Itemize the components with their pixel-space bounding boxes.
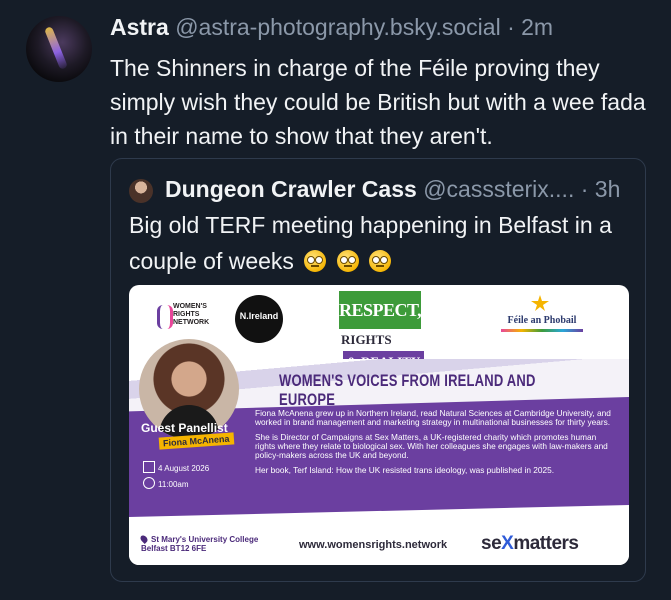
website-url: www.womensrights.network	[299, 539, 448, 551]
venue-address: St Mary's University College Belfast BT1…	[139, 534, 259, 553]
author-name[interactable]: Astra	[110, 14, 169, 40]
clock-icon	[143, 477, 155, 489]
quote-author-name[interactable]: Dungeon Crawler Cass	[165, 176, 417, 202]
event-flyer-image[interactable]: WOMEN'S RIGHTS NETWORK N.Ireland RESPECT…	[129, 285, 629, 565]
feile-an-phobail-logo: Féile an Phobail	[507, 315, 577, 326]
sex-matters-logo: seXmatters	[481, 533, 579, 554]
respect-heading: RESPECT,	[339, 291, 422, 329]
event-time: 11:00am	[143, 477, 189, 489]
event-date: 4 August 2026	[143, 461, 209, 473]
quoted-post-card[interactable]: Dungeon Crawler Cass @casssterix.... · 3…	[110, 158, 646, 582]
calendar-icon	[143, 461, 155, 473]
eye-roll-emoji-icon	[304, 250, 327, 272]
post-header: Astra @astra-photography.bsky.social · 2…	[110, 14, 553, 41]
quote-author-handle[interactable]: @casssterix....	[423, 176, 574, 202]
quote-header: Dungeon Crawler Cass @casssterix.... · 3…	[165, 176, 620, 203]
quote-author-avatar[interactable]	[129, 179, 153, 203]
eye-roll-emoji-icon	[369, 250, 392, 272]
womens-rights-network-logo: WOMEN'S RIGHTS NETWORK	[157, 303, 227, 333]
feile-logo-icon	[531, 295, 549, 311]
panellist-bio: Fiona McAnena grew up in Northern Irelan…	[255, 408, 611, 475]
author-handle[interactable]: @astra-photography.bsky.social	[175, 14, 500, 40]
n-ireland-logo: N.Ireland	[235, 295, 283, 343]
separator-dot: ·	[580, 176, 589, 202]
quote-text-block: Big old TERF meeting happening in Belfas…	[129, 207, 629, 279]
quote-timestamp[interactable]: 3h	[595, 176, 621, 202]
rights-reality-heading: RIGHTS& REALITY	[341, 329, 441, 373]
author-avatar[interactable]	[26, 16, 92, 82]
separator-dot: ·	[507, 14, 515, 40]
post-text: The Shinners in charge of the Féile prov…	[110, 55, 646, 149]
post-timestamp[interactable]: 2m	[521, 14, 553, 40]
eye-roll-emoji-icon	[336, 250, 359, 272]
feile-color-bar	[501, 329, 583, 332]
location-pin-icon	[139, 534, 149, 544]
